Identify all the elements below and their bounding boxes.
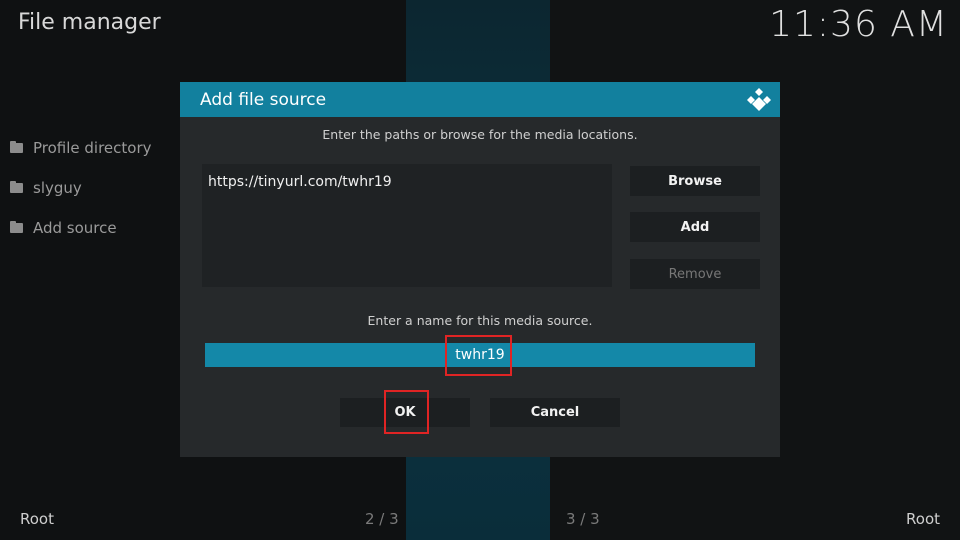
footer-path-left: Root bbox=[20, 510, 54, 528]
cancel-button[interactable]: Cancel bbox=[490, 398, 620, 427]
add-file-source-dialog: Add file source Enter the paths or brows… bbox=[180, 82, 780, 457]
add-button[interactable]: Add bbox=[630, 212, 760, 242]
ok-button-highlight-box bbox=[384, 390, 429, 434]
footer-page-counter-right: 3 / 3 bbox=[566, 510, 600, 528]
folder-icon bbox=[10, 221, 23, 233]
folder-icon bbox=[10, 141, 23, 153]
remove-button[interactable]: Remove bbox=[630, 259, 760, 289]
list-item-slyguy[interactable]: slyguy bbox=[10, 168, 152, 208]
list-item-profile-directory[interactable]: Profile directory bbox=[10, 128, 152, 168]
name-instruction: Enter a name for this media source. bbox=[367, 313, 593, 328]
footer-path-right: Root bbox=[906, 510, 940, 528]
list-item-label: slyguy bbox=[33, 179, 82, 197]
path-list[interactable]: https://tinyurl.com/twhr19 bbox=[202, 164, 612, 287]
window-title: File manager bbox=[18, 10, 161, 35]
dialog-header: Add file source bbox=[180, 82, 780, 117]
list-item-label: Add source bbox=[33, 219, 117, 237]
path-list-item[interactable]: https://tinyurl.com/twhr19 bbox=[208, 174, 606, 190]
source-list: Profile directory slyguy Add source bbox=[10, 128, 152, 248]
clock: 11:36 AM bbox=[769, 4, 948, 45]
list-item-add-source[interactable]: Add source bbox=[10, 208, 152, 248]
browse-button[interactable]: Browse bbox=[630, 166, 760, 196]
list-item-label: Profile directory bbox=[33, 139, 152, 157]
footer-page-counter-left: 2 / 3 bbox=[365, 510, 399, 528]
folder-icon bbox=[10, 181, 23, 193]
kodi-logo-icon bbox=[747, 88, 771, 111]
paths-instruction: Enter the paths or browse for the media … bbox=[322, 127, 638, 142]
name-field-highlight-box bbox=[445, 335, 512, 376]
dialog-title: Add file source bbox=[200, 89, 327, 110]
